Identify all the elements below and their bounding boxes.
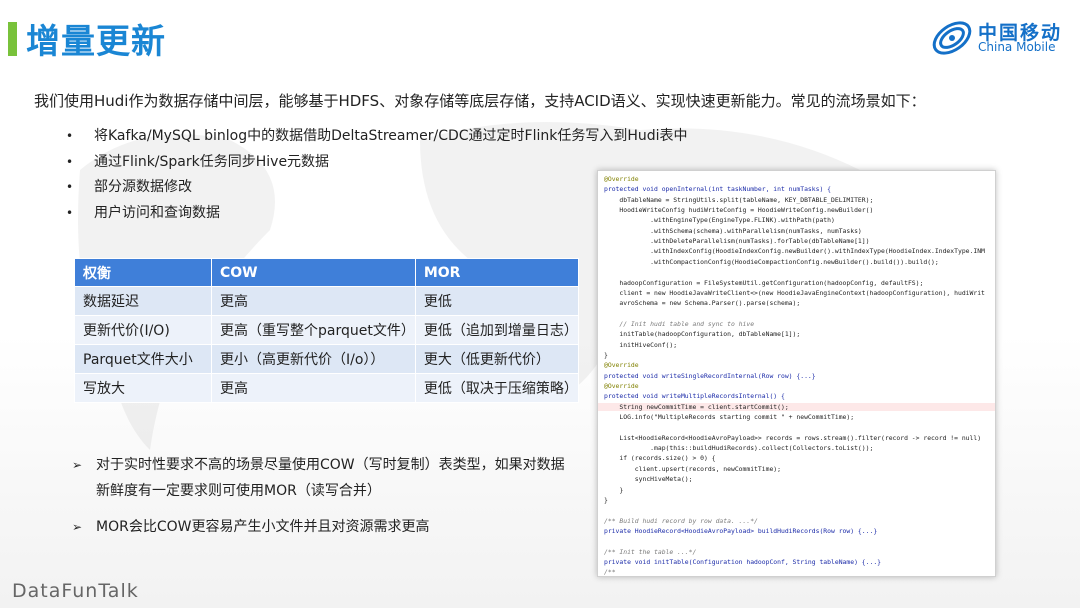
header-cow: COW [212, 259, 416, 287]
slide-title: 增量更新 [26, 14, 166, 63]
code-line: .withSchema(schema).withParallelism(numT… [604, 227, 862, 235]
table-cell: 更低（取决于压缩策略） [415, 374, 578, 403]
table-cell: 更高（重写整个parquet文件） [212, 316, 416, 345]
code-line: .map(this::buildHudiRecords).collect(Col… [604, 444, 873, 452]
code-line: } [604, 496, 608, 504]
code-line: initTable(hadoopConfiguration, dbTableNa… [604, 330, 800, 338]
note-text: 对于实时性要求不高的场景尽量使用COW（写时复制）表类型，如果对数据新鲜度有一定… [96, 457, 565, 499]
code-line: } [604, 486, 623, 494]
table-row: 更新代价(I/O) 更高（重写整个parquet文件） 更低（追加到增量日志） [75, 316, 579, 345]
list-item: • 将Kafka/MySQL binlog中的数据借助DeltaStreamer/… [66, 126, 688, 152]
footer-watermark: DataFunTalk [12, 580, 139, 602]
scenario-list: • 将Kafka/MySQL binlog中的数据借助DeltaStreamer/… [66, 126, 688, 228]
table-cell: 数据延迟 [75, 287, 212, 316]
cow-mor-comparison-table: 权衡 COW MOR 数据延迟 更高 更低 更新代价(I/O) 更高（重写整个p… [74, 258, 579, 403]
code-line: syncHiveMeta(); [604, 475, 693, 483]
table-row: 数据延迟 更高 更低 [75, 287, 579, 316]
table-cell: 更高 [212, 287, 416, 316]
code-line: .withDeleteParallelism(numTasks).forTabl… [604, 237, 869, 245]
china-mobile-logo: 中国移动 China Mobile [930, 16, 1070, 62]
title-accent-bar [8, 22, 17, 56]
list-item-text: 部分源数据修改 [94, 179, 192, 195]
list-item: • 通过Flink/Spark任务同步Hive元数据 [66, 152, 688, 178]
table-cell: 更大（低更新代价） [415, 345, 578, 374]
code-line: avroSchema = new Schema.Parser().parse(s… [604, 299, 800, 307]
code-screenshot-panel: @Override protected void openInternal(int… [597, 170, 996, 577]
notes-section: ➢ 对于实时性要求不高的场景尽量使用COW（写时复制）表类型，如果对数据新鲜度有… [72, 452, 572, 540]
code-line: protected void writeMultipleRecordsInter… [604, 392, 785, 400]
arrow-bullet-icon: ➢ [72, 514, 82, 540]
table-row: 写放大 更高 更低（取决于压缩策略） [75, 374, 579, 403]
code-line: /** [604, 568, 616, 576]
list-item-text: 通过Flink/Spark任务同步Hive元数据 [94, 154, 329, 170]
code-line: HoodieWriteConfig hudiWriteConfig = Hood… [604, 206, 873, 214]
code-line: LOG.info("MultipleRecords starting commi… [604, 413, 854, 421]
header-mor: MOR [415, 259, 578, 287]
code-line: String newCommitTime = client.startCommi… [598, 403, 996, 411]
table-row: Parquet文件大小 更小（高更新代价（I/o）） 更大（低更新代价） [75, 345, 579, 374]
code-line: .withCompactionConfig(HoodieCompactionCo… [604, 258, 939, 266]
bullet-icon: • [66, 152, 73, 172]
table-cell: 更低 [415, 287, 578, 316]
code-line: .withEngineType(EngineType.FLINK).withPa… [604, 216, 835, 224]
table-cell: 更小（高更新代价（I/o）） [212, 345, 416, 374]
code-line: initHiveConf(); [604, 341, 677, 349]
bullet-icon: • [66, 203, 73, 223]
code-line: dbTableName = StringUtils.split(tableNam… [604, 196, 873, 204]
code-line: /** Build hudi record by row data. ...*/ [604, 517, 758, 525]
list-item: • 部分源数据修改 [66, 177, 688, 203]
arrow-bullet-icon: ➢ [72, 452, 82, 478]
header-tradeoff: 权衡 [75, 259, 212, 287]
logo-text-en: China Mobile [978, 40, 1055, 54]
note-item: ➢ 对于实时性要求不高的场景尽量使用COW（写时复制）表类型，如果对数据新鲜度有… [72, 452, 572, 504]
bullet-icon: • [66, 126, 73, 146]
china-mobile-swirl-icon [930, 16, 974, 60]
table-cell: Parquet文件大小 [75, 345, 212, 374]
code-line: .withIndexConfig(HoodieIndexConfig.newBu… [604, 247, 985, 255]
table-cell: 更新代价(I/O) [75, 316, 212, 345]
code-line: @Override [604, 382, 639, 390]
code-line: protected void writeSingleRecordInternal… [604, 372, 816, 380]
code-line: } [604, 351, 608, 359]
code-line: // Init hudi table and sync to hive [604, 320, 754, 328]
list-item-text: 用户访问和查询数据 [94, 205, 220, 221]
list-item-text: 将Kafka/MySQL binlog中的数据借助DeltaStreamer/C… [94, 128, 688, 144]
note-text: MOR会比COW更容易产生小文件并且对资源需求更高 [96, 519, 429, 535]
table-cell: 更低（追加到增量日志） [415, 316, 578, 345]
bullet-icon: • [66, 177, 73, 197]
code-line: private void initTable(Configuration had… [604, 558, 881, 566]
intro-paragraph: 我们使用Hudi作为数据存储中间层，能够基于HDFS、对象存储等底层存储，支持A… [34, 90, 926, 111]
code-line: client.upsert(records, newCommitTime); [604, 465, 781, 473]
note-item: ➢ MOR会比COW更容易产生小文件并且对资源需求更高 [72, 514, 572, 540]
code-line: /** Init the table ...*/ [604, 548, 696, 556]
table-cell: 更高 [212, 374, 416, 403]
code-line: @Override [604, 361, 639, 369]
code-line: hadoopConfiguration = FileSystemUtil.get… [604, 279, 923, 287]
code-line: client = new HoodieJavaWriteClient<>(new… [604, 289, 985, 297]
table-cell: 写放大 [75, 374, 212, 403]
table-header-row: 权衡 COW MOR [75, 259, 579, 287]
code-line: protected void openInternal(int taskNumb… [604, 185, 831, 193]
code-line: if (records.size() > 0) { [604, 454, 716, 462]
code-line: private HoodieRecord<HoodieAvroPayload> … [604, 527, 877, 535]
code-line: @Override [604, 175, 639, 183]
code-line: List<HoodieRecord<HoodieAvroPayload>> re… [604, 434, 981, 442]
list-item: • 用户访问和查询数据 [66, 203, 688, 229]
